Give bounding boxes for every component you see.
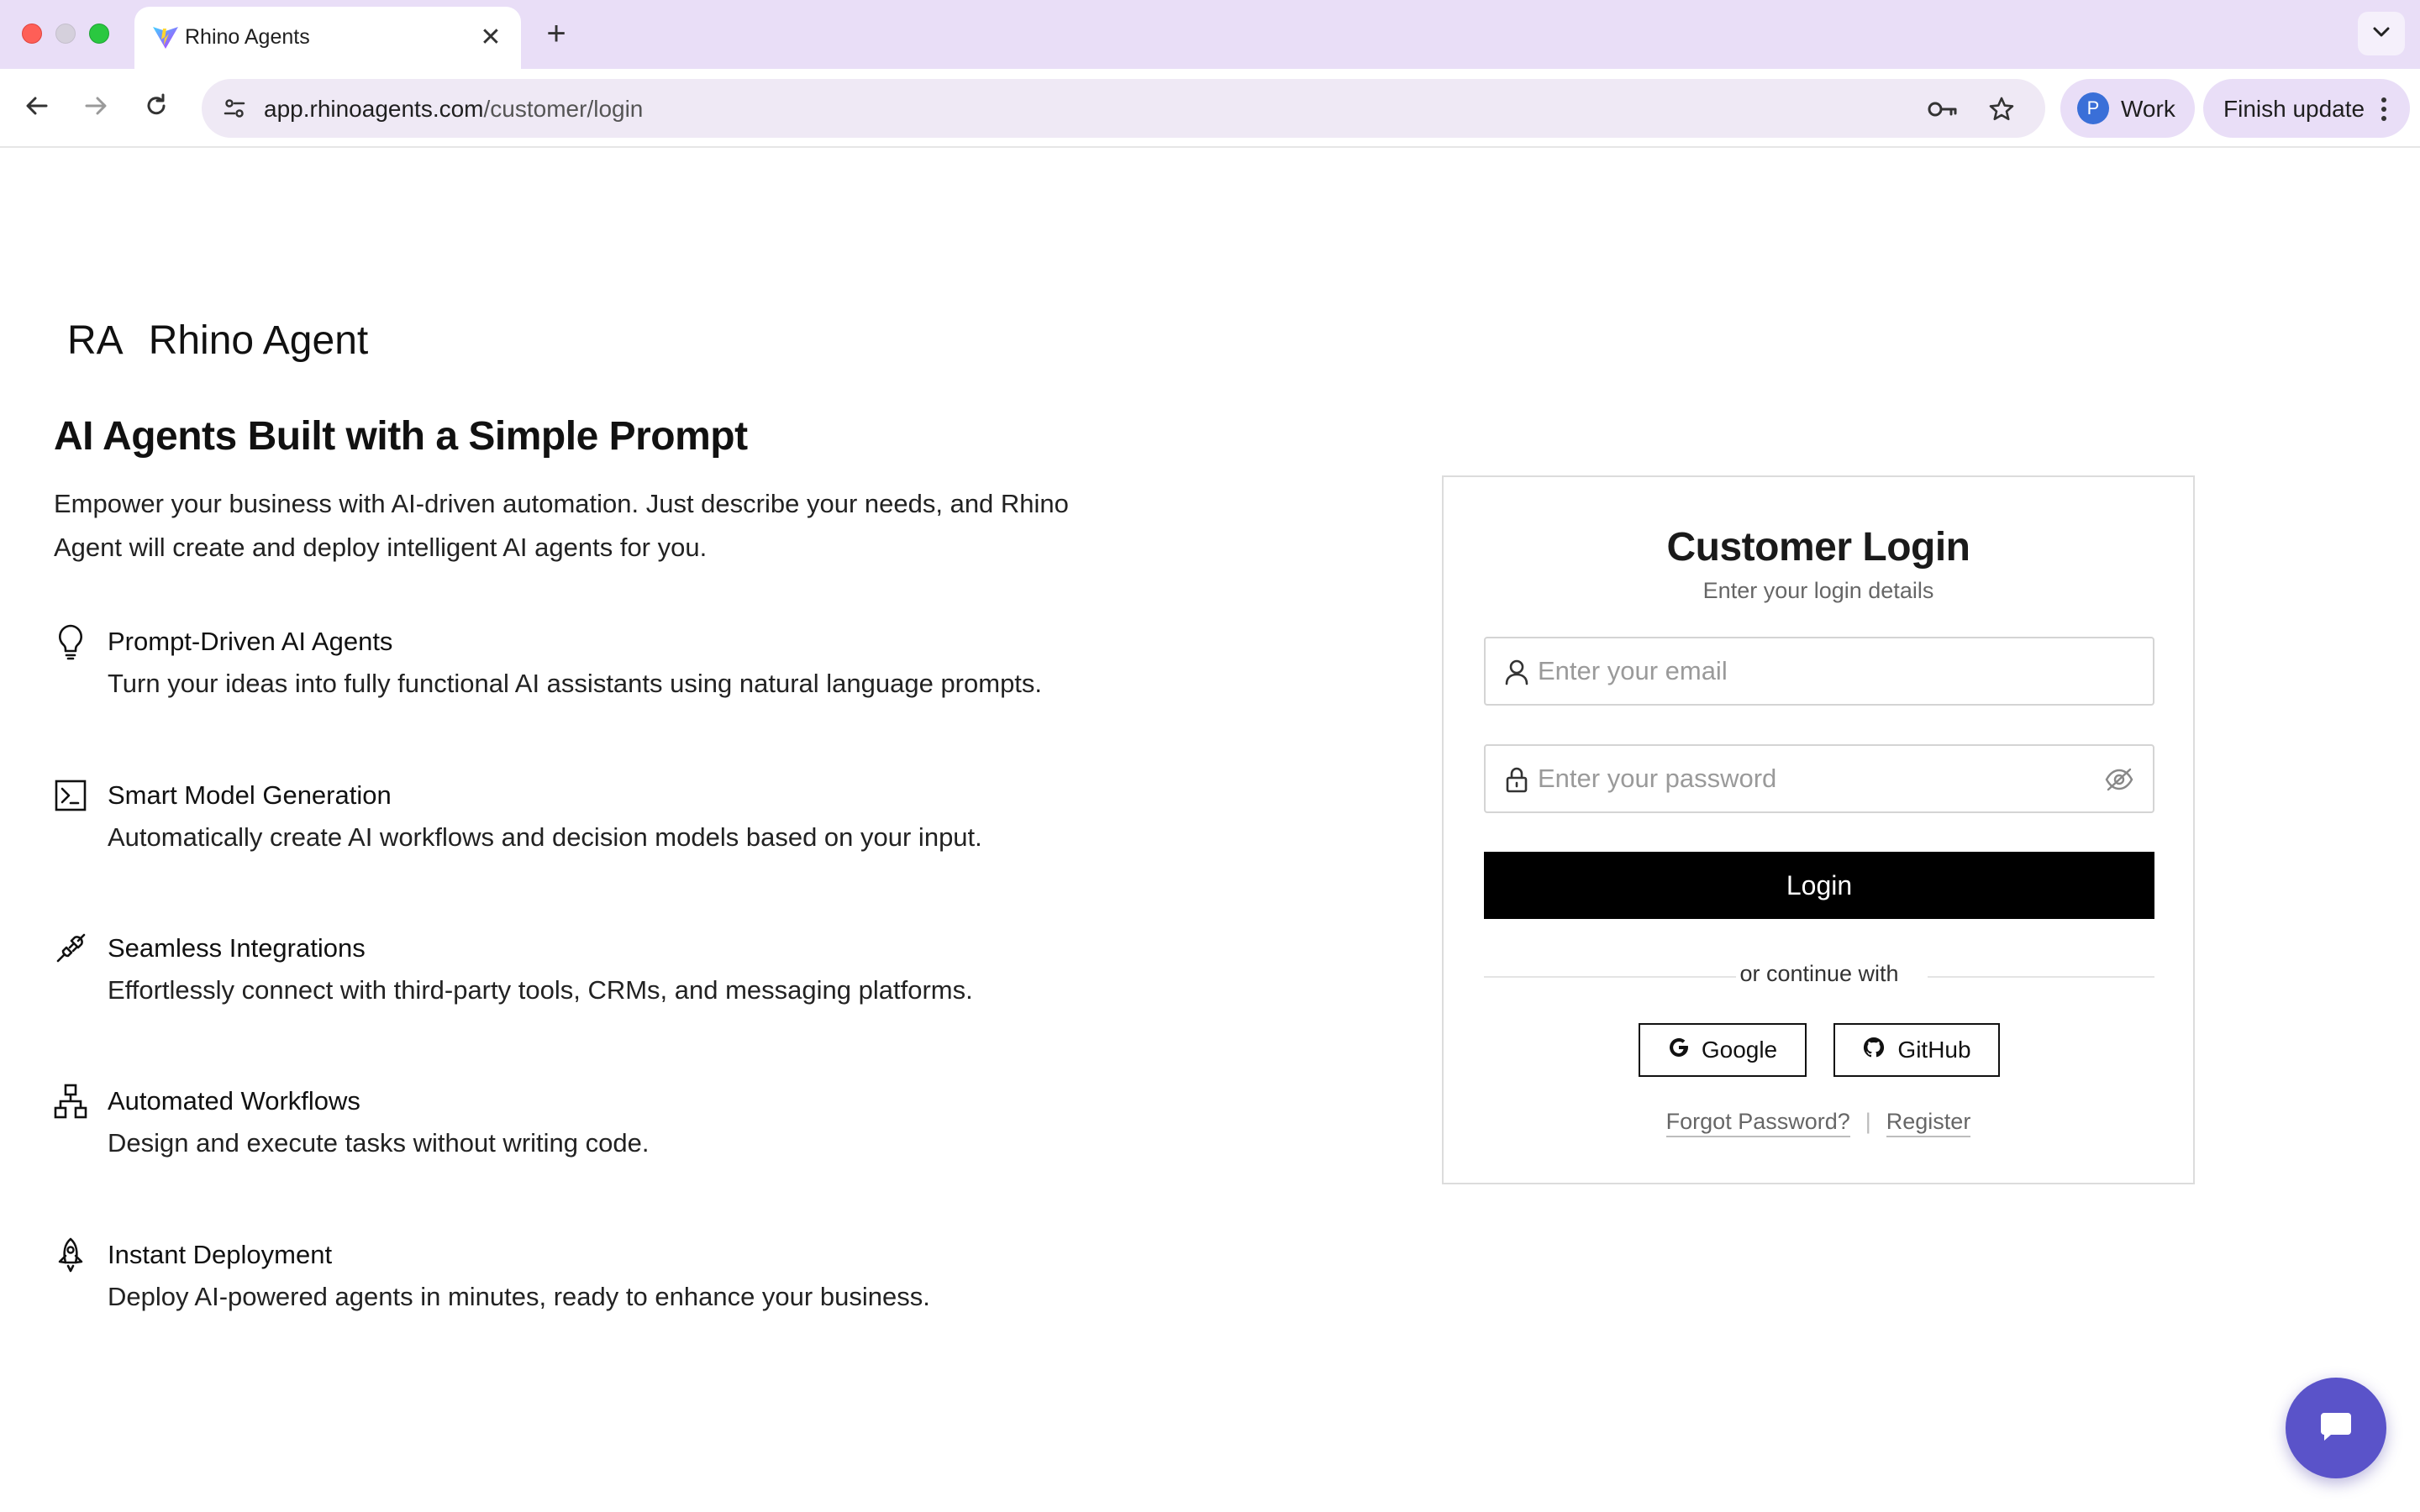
brand-logo[interactable]: RA Rhino Agent (67, 318, 368, 364)
tab-title: Rhino Agents (185, 25, 310, 49)
rhino-favicon-icon (151, 24, 180, 52)
back-button[interactable] (17, 87, 57, 128)
email-field[interactable] (1484, 637, 2154, 706)
rocket-icon (54, 1236, 87, 1273)
user-icon (1502, 657, 1531, 687)
account-links: Forgot Password? | Register (1444, 1109, 2193, 1137)
url-host: app.rhinoagents.com (264, 96, 484, 122)
link-separator: | (1865, 1109, 1871, 1134)
feature-description: Deploy AI-powered agents in minutes, rea… (108, 1282, 930, 1311)
email-input[interactable] (1538, 650, 2092, 692)
chat-widget-button[interactable] (2286, 1378, 2386, 1478)
password-key-icon[interactable] (1926, 92, 1960, 126)
browser-tab-bar: Rhino Agents ✕ + (0, 0, 2420, 69)
brand-mark: RA (67, 318, 124, 363)
finish-update-button[interactable]: Finish update (2203, 79, 2410, 138)
lightbulb-icon (54, 623, 87, 660)
minimize-window-button[interactable] (55, 24, 76, 44)
divider-line (1928, 976, 2154, 978)
maximize-window-button[interactable] (89, 24, 109, 44)
feature-description: Effortlessly connect with third-party to… (108, 975, 973, 1005)
terminal-icon (54, 777, 87, 814)
lock-icon (1502, 764, 1531, 795)
address-bar[interactable]: app.rhinoagents.com/customer/login (202, 79, 2045, 138)
feature-title: Automated Workflows (108, 1086, 360, 1116)
github-icon (1862, 1036, 1886, 1065)
login-button[interactable]: Login (1484, 852, 2154, 919)
divider: or continue with (1484, 961, 2154, 986)
profile-button[interactable]: P Work (2060, 79, 2195, 138)
password-field[interactable] (1484, 744, 2154, 813)
feature-description: Design and execute tasks without writing… (108, 1128, 650, 1158)
eye-off-icon[interactable] (2102, 764, 2136, 795)
url-text: app.rhinoagents.com/customer/login (264, 96, 643, 123)
more-vert-icon[interactable] (2371, 91, 2396, 128)
feature-description: Automatically create AI workflows and de… (108, 822, 982, 852)
arrow-left-icon (24, 93, 50, 123)
login-card: Customer Login Enter your login details … (1442, 475, 2195, 1184)
bookmark-star-icon[interactable] (1983, 91, 2020, 128)
login-title: Customer Login (1666, 525, 1971, 570)
feature-title: Smart Model Generation (108, 780, 392, 810)
browser-tab-active[interactable]: Rhino Agents ✕ (134, 7, 521, 69)
google-login-button[interactable]: Google (1639, 1023, 1807, 1077)
tab-close-icon[interactable]: ✕ (476, 22, 506, 52)
feature-title: Seamless Integrations (108, 933, 366, 963)
forgot-password-link[interactable]: Forgot Password? (1665, 1109, 1850, 1137)
finish-update-label: Finish update (2223, 96, 2365, 122)
forward-button[interactable] (76, 87, 116, 128)
network-icon (54, 1083, 87, 1120)
login-subtitle: Enter your login details (1702, 578, 1934, 603)
site-info-icon[interactable] (215, 89, 254, 128)
plug-icon (54, 930, 87, 967)
brand-name: Rhino Agent (148, 318, 369, 363)
password-input[interactable] (1538, 758, 2092, 800)
feature-item: Automated Workflows Design and execute t… (54, 1081, 1314, 1182)
feature-item: Smart Model Generation Automatically cre… (54, 775, 1314, 876)
chevron-down-icon (2372, 26, 2391, 42)
hero-headline: AI Agents Built with a Simple Prompt (54, 414, 748, 459)
tab-search-button[interactable] (2358, 12, 2405, 55)
url-path: /customer/login (483, 96, 644, 122)
github-label: GitHub (1897, 1037, 1971, 1063)
new-tab-button[interactable]: + (539, 17, 573, 50)
feature-title: Prompt-Driven AI Agents (108, 627, 393, 656)
reload-button[interactable] (136, 87, 176, 128)
feature-item: Instant Deployment Deploy AI-powered age… (54, 1235, 1314, 1336)
feature-item: Seamless Integrations Effortlessly conne… (54, 928, 1314, 1029)
google-icon (1668, 1037, 1690, 1064)
close-window-button[interactable] (22, 24, 42, 44)
profile-label: Work (2121, 96, 2175, 122)
feature-item: Prompt-Driven AI Agents Turn your ideas … (54, 622, 1314, 722)
register-link[interactable]: Register (1886, 1109, 1971, 1137)
hero-intro: Empower your business with AI-driven aut… (54, 489, 1069, 562)
google-label: Google (1701, 1037, 1778, 1063)
reload-icon (144, 93, 169, 123)
browser-toolbar: app.rhinoagents.com/customer/login P Wor… (0, 69, 2420, 148)
arrow-right-icon (83, 93, 108, 123)
github-login-button[interactable]: GitHub (1833, 1023, 2000, 1077)
feature-description: Turn your ideas into fully functional AI… (108, 669, 1043, 698)
profile-avatar: P (2077, 92, 2109, 124)
divider-text: or continue with (1739, 961, 1899, 986)
feature-title: Instant Deployment (108, 1240, 333, 1269)
chat-bubble-icon (2317, 1408, 2354, 1449)
